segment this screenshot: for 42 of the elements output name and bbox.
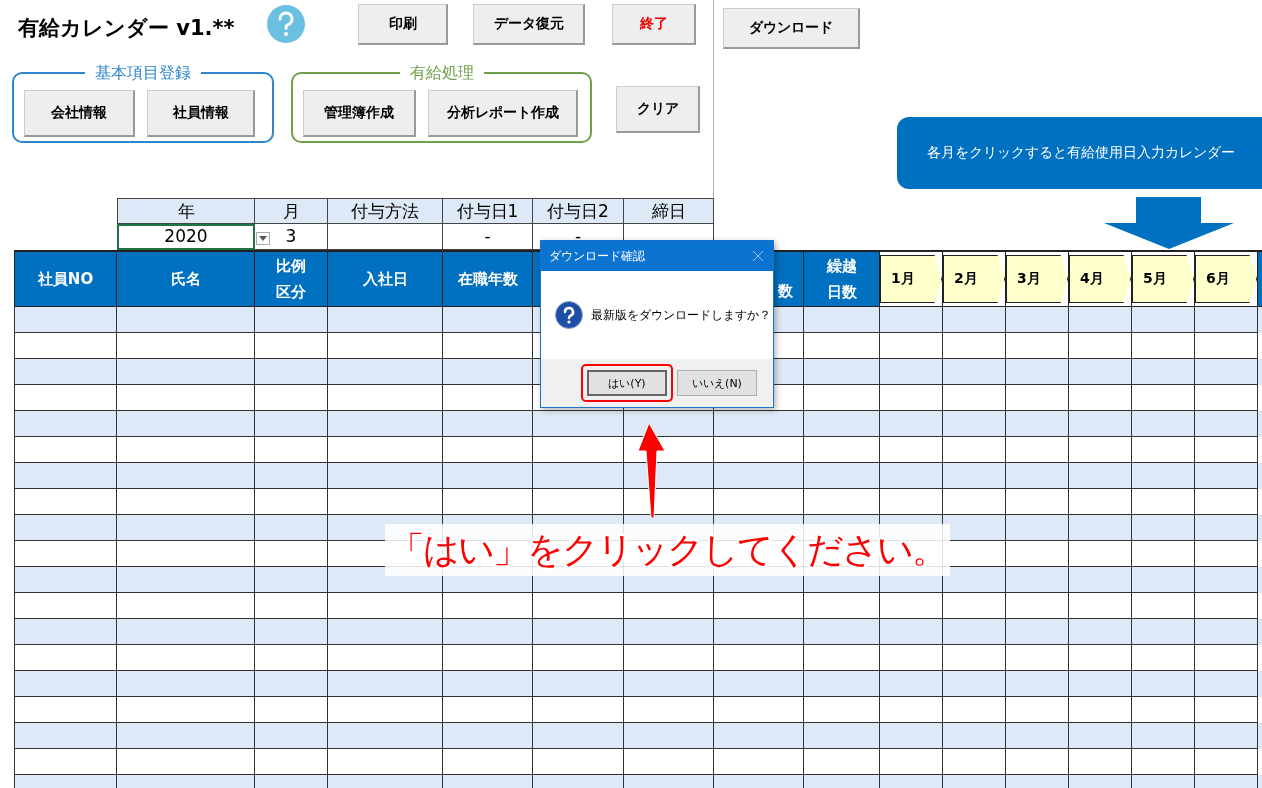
table-header-cell: 付与日2	[533, 198, 624, 224]
toolbar-button[interactable]: データ復元	[473, 3, 585, 45]
month-tab[interactable]: 6月	[1195, 255, 1257, 303]
group-button[interactable]: 分析レポート作成	[428, 90, 578, 137]
column-header: 氏名	[117, 252, 255, 306]
dialog-button[interactable]: はい(Y)	[587, 370, 667, 396]
group-label: 有給処理	[399, 63, 484, 83]
dialog-button[interactable]: いいえ(N)	[677, 370, 757, 396]
table-header-cell: 月	[255, 198, 328, 224]
close-icon[interactable]	[753, 251, 763, 261]
group-button[interactable]: 会社情報	[24, 90, 135, 137]
table-cell: -	[443, 224, 533, 250]
table-header-cell: 付与方法	[328, 198, 443, 224]
pointer-arrow-icon	[637, 423, 667, 518]
month-tab[interactable]: 4月	[1069, 255, 1131, 303]
month-tab[interactable]: 5月	[1132, 255, 1194, 303]
download-button[interactable]: ダウンロード	[723, 8, 860, 49]
column-header: 入社日	[328, 252, 443, 306]
table-cell: 3	[255, 224, 328, 250]
month-tab[interactable]: 2月	[943, 255, 1005, 303]
group-label: 基本項目登録	[85, 63, 201, 83]
toolbar-button[interactable]: 印刷	[358, 3, 448, 45]
callout-text: 「はい」をクリックしてください。	[385, 524, 950, 576]
group-button[interactable]: 管理簿作成	[303, 90, 416, 137]
table-header-cell: 年	[117, 198, 255, 224]
month-tab[interactable]: 3月	[1006, 255, 1068, 303]
help-icon[interactable]	[267, 5, 305, 43]
app-title: 有給カレンダー v1.**	[18, 15, 236, 42]
dialog-message: 最新版をダウンロードしますか？	[591, 306, 771, 324]
question-icon	[555, 301, 583, 329]
exit-button[interactable]: 終了	[612, 3, 696, 45]
column-header: 比例 区分	[255, 252, 328, 306]
table-header-cell: 付与日1	[443, 198, 533, 224]
clear-button[interactable]: クリア	[616, 86, 700, 133]
table-header-cell: 締日	[624, 198, 714, 224]
column-header: 在職年数	[443, 252, 533, 306]
dropdown-icon[interactable]	[256, 232, 270, 245]
info-banner: 各月をクリックすると有給使用日入力カレンダー	[897, 117, 1262, 189]
dialog-title: ダウンロード確認	[549, 247, 645, 265]
group-button[interactable]: 社員情報	[147, 90, 255, 137]
month-tab[interactable]: 1月	[880, 255, 942, 303]
column-header: 社員NO	[14, 252, 117, 306]
